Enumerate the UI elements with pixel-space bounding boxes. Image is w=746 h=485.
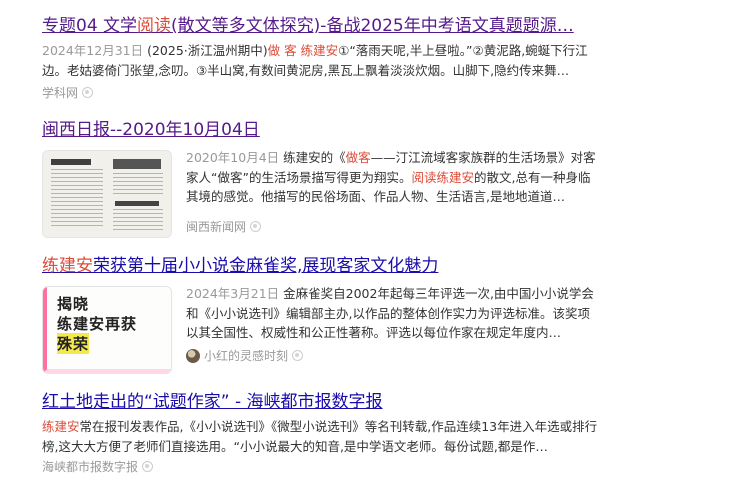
result-title-link[interactable]: 练建安荣获第十届小小说金麻雀奖,展现客家文化魅力 [42, 254, 602, 278]
source-name: 学科网 [42, 86, 79, 100]
result-source[interactable]: 学科网 [42, 83, 602, 103]
source-name: 海峡都市报数字报 [42, 460, 139, 474]
result-snippet: 2024年3月21日 金麻雀奖自2002年起每三年评选一次,由中国小小说学会和《… [186, 284, 602, 344]
source-shield-icon [250, 221, 262, 232]
result-source[interactable]: 闽西新闻网 [186, 217, 602, 237]
result-thumbnail-newspaper[interactable] [42, 150, 172, 238]
result-date: 2020年10月4日 [186, 150, 280, 165]
handwriting-image: 揭晓 练建安再获 殊荣 [43, 287, 171, 373]
result-title-link[interactable]: 红土地走出的“试题作家” - 海峡都市报数字报 [42, 390, 602, 414]
result-snippet: 2020年10月4日 练建安的《做客——汀江流域客家族群的生活场景》对客家人“做… [186, 148, 602, 208]
result-snippet: 练建安常在报刊发表作品,《小小说选刊》《微型小说选刊》等名刊转载,作品连续13年… [42, 417, 602, 456]
snippet-text: (2025·浙江温州期中) [143, 43, 268, 58]
thumb-text: 揭晓 [57, 295, 90, 313]
snippet-highlight: 做客 [345, 150, 371, 165]
thumb-text: 殊荣 [57, 333, 90, 354]
result-date: 2024年3月21日 [186, 286, 280, 301]
result-title-link[interactable]: 闽西日报--2020年10月04日 [42, 118, 602, 142]
result-source[interactable]: 小红的灵感时刻 [186, 346, 602, 366]
snippet-highlight: 做 客 [267, 43, 297, 58]
title-highlight: 阅读 [137, 16, 172, 36]
search-result-4: 红土地走出的“试题作家” - 海峡都市报数字报 练建安常在报刊发表作品,《小小说… [42, 390, 602, 477]
result-date: 2024年12月31日 [42, 43, 144, 58]
search-result-1: 专题04 文学阅读(散文等多文体探究)-备战2025年中考语文真题题源… 202… [42, 14, 602, 103]
title-highlight: 练建安 [42, 256, 93, 276]
search-result-3: 练建安荣获第十届小小说金麻雀奖,展现客家文化魅力 揭晓 练建安再获 殊荣 202… [42, 254, 602, 374]
result-title-link[interactable]: 专题04 文学阅读(散文等多文体探究)-备战2025年中考语文真题题源… [42, 14, 602, 38]
title-text: 荣获第十届小小说金麻雀奖,展现客家文化魅力 [93, 256, 439, 276]
result-snippet: 2024年12月31日 (2025·浙江温州期中)做 客 练建安①“落雨天呢,半… [42, 41, 602, 80]
source-shield-icon [142, 461, 154, 472]
source-shield-icon [82, 87, 94, 98]
title-text: (散文等多文体探究)-备战2025年中考语文真题题源… [171, 16, 574, 36]
result-source[interactable]: 海峡都市报数字报 [42, 457, 602, 477]
search-result-2: 闽西日报--2020年10月04日 2020年10月4日 练建安的《做客——汀江… [42, 118, 602, 238]
snippet-highlight: 练建安 [300, 43, 339, 58]
snippet-text: 练建安的《 [279, 150, 346, 165]
source-name: 小红的灵感时刻 [204, 349, 289, 363]
snippet-highlight: 阅读练建安 [411, 169, 474, 185]
author-avatar [186, 349, 200, 363]
source-shield-icon [292, 350, 304, 361]
newspaper-image [43, 151, 171, 237]
thumb-text: 练建安再获 [57, 315, 138, 333]
snippet-highlight: 练建安 [42, 419, 80, 434]
source-name: 闽西新闻网 [186, 220, 247, 234]
snippet-text: 常在报刊发表作品,《小小说选刊》《微型小说选刊》等名刊转载,作品连续13年进入年… [42, 419, 598, 454]
title-text: 专题04 文学 [42, 16, 138, 36]
result-thumbnail-handwriting[interactable]: 揭晓 练建安再获 殊荣 [42, 286, 172, 374]
